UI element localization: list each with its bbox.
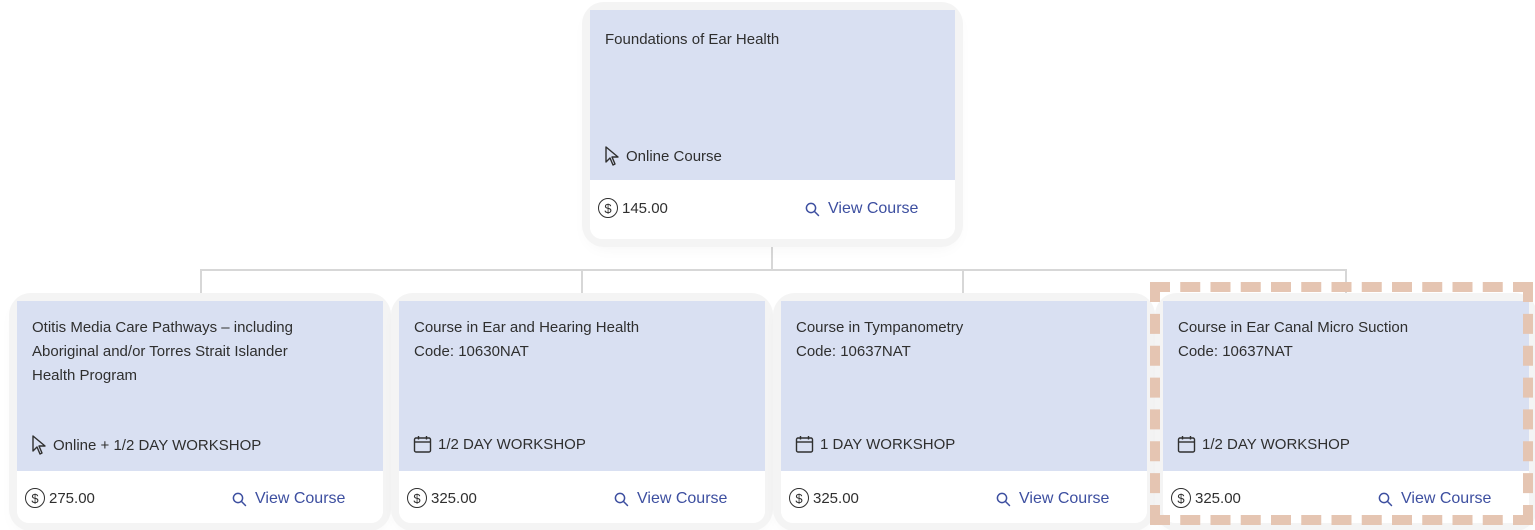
course-title: Foundations of Ear Health [605,31,780,48]
course-card-root[interactable]: Foundations of Ear Health Online Course … [590,10,955,239]
course-price: $ 275.00 [25,488,95,508]
course-price: $ 325.00 [789,488,859,508]
price-value: 325.00 [1195,489,1241,507]
dollar-icon: $ [1171,488,1191,508]
dollar-icon: $ [598,198,618,218]
calendar-icon [1177,435,1196,454]
course-format-label: Online Course [626,147,722,165]
connector-line [200,269,1347,271]
view-course-label: View Course [828,200,919,217]
card-header: Otitis Media Care Pathways – including A… [17,301,383,471]
view-course-link[interactable]: View Course [1378,490,1491,508]
view-course-link[interactable]: View Course [232,490,345,508]
view-course-link[interactable]: View Course [805,200,918,218]
search-icon [805,202,820,217]
view-course-label: View Course [637,490,728,507]
calendar-icon [795,435,814,454]
view-course-label: View Course [1019,490,1110,507]
course-tree: Foundations of Ear Health Online Course … [0,0,1535,530]
course-card[interactable]: Otitis Media Care Pathways – including A… [17,301,383,523]
course-format-label: 1/2 DAY WORKSHOP [1202,436,1350,453]
course-format-label: 1 DAY WORKSHOP [820,436,956,453]
view-course-label: View Course [1401,490,1492,507]
course-price: $ 145.00 [598,198,668,218]
course-card[interactable]: Course in Tympanometry Code: 10637NAT 1 … [781,301,1147,523]
course-price: $ 325.00 [1171,488,1241,508]
course-format: Online Course [604,146,722,166]
course-card[interactable]: Course in Ear and Hearing Health Code: 1… [399,301,765,523]
search-icon [1378,492,1393,507]
search-icon [614,492,629,507]
calendar-icon [413,435,432,454]
course-card[interactable]: Course in Ear Canal Micro Suction Code: … [1163,301,1529,523]
course-title: Course in Ear and Hearing Health Code: 1… [414,319,640,360]
cursor-icon [604,146,620,166]
cursor-icon [31,435,47,455]
connector-line [962,269,964,301]
connector-line [581,269,583,301]
price-value: 145.00 [622,199,668,217]
card-footer: $ 325.00 View Course [1163,471,1529,523]
connector-line [1345,269,1347,301]
course-format: 1 DAY WORKSHOP [795,435,955,454]
price-value: 275.00 [49,489,95,507]
card-footer: $ 275.00 View Course [17,471,383,523]
card-footer: $ 145.00 View Course [590,180,955,239]
course-format: 1/2 DAY WORKSHOP [1177,435,1350,454]
course-format-label: Online + 1/2 DAY WORKSHOP [53,436,262,454]
dollar-icon: $ [789,488,809,508]
connector-line [200,269,202,301]
view-course-link[interactable]: View Course [996,490,1109,508]
price-value: 325.00 [813,489,859,507]
course-format: Online + 1/2 DAY WORKSHOP [31,435,261,455]
dollar-icon: $ [25,488,45,508]
dollar-icon: $ [407,488,427,508]
search-icon [232,492,247,507]
course-format: 1/2 DAY WORKSHOP [413,435,586,454]
card-header: Course in Ear and Hearing Health Code: 1… [399,301,765,471]
course-title: Otitis Media Care Pathways – including A… [32,319,293,384]
course-title: Course in Ear Canal Micro Suction Code: … [1178,319,1409,360]
card-footer: $ 325.00 View Course [781,471,1147,523]
search-icon [996,492,1011,507]
card-footer: $ 325.00 View Course [399,471,765,523]
course-title: Course in Tympanometry Code: 10637NAT [796,319,964,360]
card-header: Course in Tympanometry Code: 10637NAT 1 … [781,301,1147,471]
card-header: Foundations of Ear Health Online Course [590,10,955,180]
price-value: 325.00 [431,489,477,507]
view-course-link[interactable]: View Course [614,490,727,508]
course-price: $ 325.00 [407,488,477,508]
view-course-label: View Course [255,490,346,507]
card-header: Course in Ear Canal Micro Suction Code: … [1163,301,1529,471]
course-format-label: 1/2 DAY WORKSHOP [438,436,586,453]
connector-line [771,238,773,270]
